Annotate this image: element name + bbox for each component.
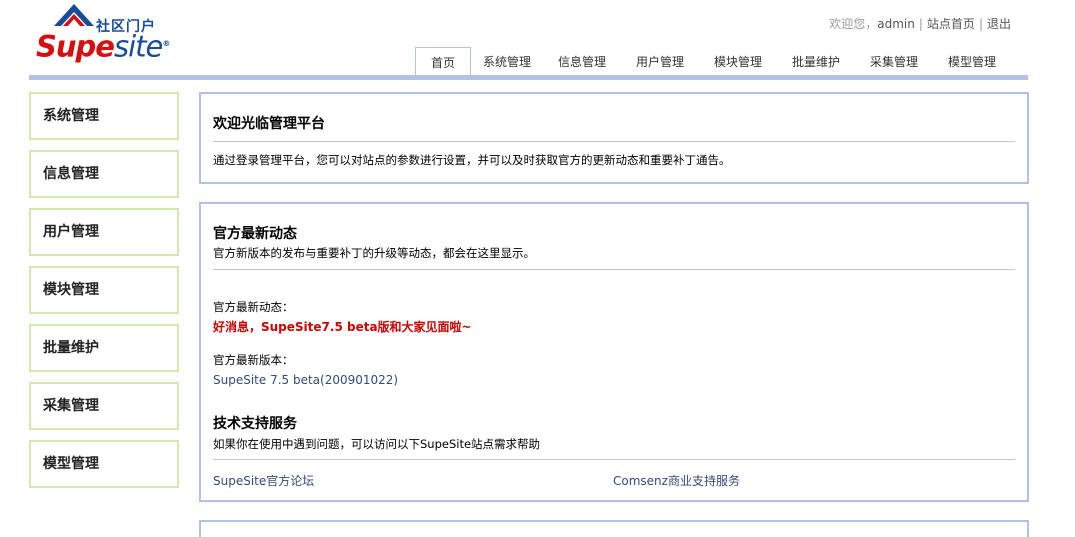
- top-links: 欢迎您，admin | 站点首页 | 退出: [829, 15, 1011, 32]
- sidebar-item-modules[interactable]: 模块管理: [29, 266, 179, 314]
- divider: [213, 269, 1015, 270]
- tab-home[interactable]: 首页: [415, 47, 471, 77]
- news-subtitle: 官方新版本的发布与重要补丁的升级等动态，都会在这里显示。: [213, 246, 535, 260]
- news-panel: 官方最新动态 官方新版本的发布与重要补丁的升级等动态，都会在这里显示。 官方最新…: [199, 202, 1029, 502]
- sidebar-item-batch[interactable]: 批量维护: [29, 324, 179, 372]
- logo-wordmark-site: site: [113, 29, 163, 64]
- commercial-support-link[interactable]: Comsenz商业支持服务: [613, 472, 740, 489]
- tab-info[interactable]: 信息管理: [543, 47, 621, 76]
- site-home-link[interactable]: 站点首页: [927, 17, 975, 31]
- latest-news-text[interactable]: 好消息，SupeSite7.5 beta版和大家见面啦~: [213, 318, 472, 335]
- logout-link[interactable]: 退出: [987, 17, 1011, 31]
- latest-version-label: 官方最新版本：: [213, 353, 294, 367]
- logo-registered-mark: ®: [162, 39, 170, 48]
- news-title: 官方最新动态: [213, 226, 297, 242]
- latest-news-label: 官方最新动态：: [213, 300, 294, 314]
- welcome-text: 通过登录管理平台，您可以对站点的参数进行设置，并可以及时获取官方的更新动态和重要…: [213, 153, 731, 167]
- extra-panel: [199, 520, 1029, 537]
- tab-models[interactable]: 模型管理: [933, 47, 1011, 76]
- divider: [213, 459, 1015, 460]
- tab-modules[interactable]: 模块管理: [699, 47, 777, 76]
- divider: |: [918, 17, 923, 31]
- supesite-logo: 社区门户 Supesite®: [36, 4, 170, 64]
- nav-underline: [29, 75, 1028, 80]
- divider: |: [978, 17, 983, 31]
- forum-link[interactable]: SupeSite官方论坛: [213, 472, 314, 489]
- latest-version-value: SupeSite 7.5 beta(200901022): [213, 373, 399, 387]
- logo-wordmark-supe: Supe: [36, 29, 115, 64]
- sidebar-item-collect[interactable]: 采集管理: [29, 382, 179, 430]
- support-text: 如果你在使用中遇到问题，可以访问以下SupeSite站点需求帮助: [213, 437, 541, 451]
- username-link[interactable]: admin: [877, 17, 915, 31]
- sidebar-item-info[interactable]: 信息管理: [29, 150, 179, 198]
- welcome-panel: 欢迎光临管理平台 通过登录管理平台，您可以对站点的参数进行设置，并可以及时获取官…: [199, 92, 1029, 184]
- sidebar-item-system[interactable]: 系统管理: [29, 92, 179, 140]
- sidebar-item-users[interactable]: 用户管理: [29, 208, 179, 256]
- support-title: 技术支持服务: [213, 416, 297, 432]
- divider: [213, 141, 1015, 142]
- tab-system[interactable]: 系统管理: [471, 47, 543, 76]
- welcome-text: 欢迎您，: [829, 17, 878, 31]
- sidebar-item-models[interactable]: 模型管理: [29, 440, 179, 488]
- sidebar: 系统管理 信息管理 用户管理 模块管理 批量维护 采集管理 模型管理: [29, 92, 179, 498]
- welcome-title: 欢迎光临管理平台: [213, 116, 325, 132]
- main-nav-tabs: 首页 系统管理 信息管理 用户管理 模块管理 批量维护 采集管理 模型管理: [415, 47, 1011, 77]
- logo-wordmark: Supesite®: [36, 28, 170, 64]
- tab-batch[interactable]: 批量维护: [777, 47, 855, 76]
- tab-collect[interactable]: 采集管理: [855, 47, 933, 76]
- tab-users[interactable]: 用户管理: [621, 47, 699, 76]
